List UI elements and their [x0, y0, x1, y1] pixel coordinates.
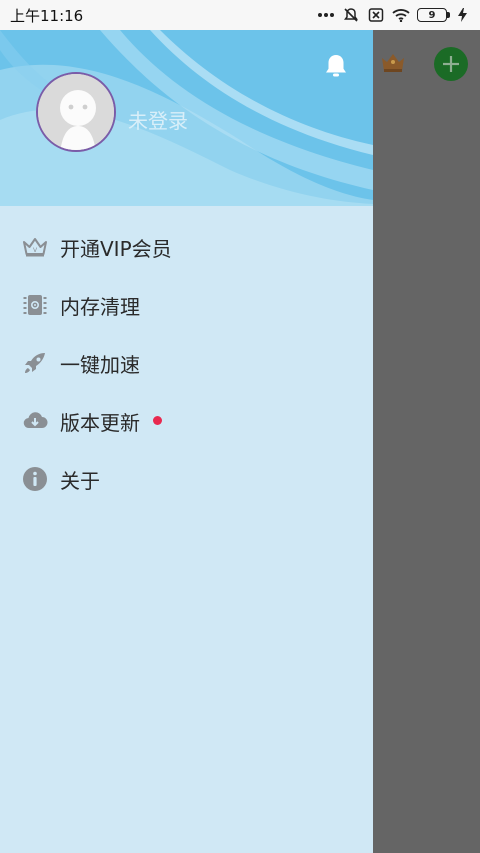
info-icon — [22, 466, 48, 492]
menu-item-label: 开通VIP会员 — [60, 236, 172, 261]
update-badge-dot — [153, 415, 162, 425]
drawer-menu: V 开通VIP会员 内存清理 一键加速 版本更新 关于 — [0, 206, 373, 508]
plus-icon — [443, 56, 459, 72]
vip-crown-icon[interactable] — [379, 48, 407, 76]
battery-icon: 9 — [417, 8, 450, 22]
battery-level: 9 — [428, 9, 436, 21]
menu-item-label: 一键加速 — [60, 352, 140, 377]
add-button[interactable] — [434, 47, 468, 81]
wifi-icon — [392, 7, 410, 23]
crown-icon: V — [22, 234, 48, 260]
menu-item-update[interactable]: 版本更新 — [0, 392, 373, 450]
sim-off-icon — [367, 7, 385, 23]
user-avatar[interactable] — [36, 72, 116, 152]
navigation-drawer: 未登录 V 开通VIP会员 内存清理 一键加速 版本更新 关于 — [0, 30, 373, 853]
cloud-download-icon — [22, 408, 48, 434]
status-bar: 上午11:16 9 — [0, 0, 480, 30]
notification-bell-icon[interactable] — [322, 52, 350, 80]
menu-item-vip[interactable]: V 开通VIP会员 — [0, 218, 373, 276]
mute-icon — [342, 7, 360, 23]
drawer-header: 未登录 — [0, 30, 373, 206]
status-time: 上午11:16 — [10, 6, 84, 25]
menu-item-boost[interactable]: 一键加速 — [0, 334, 373, 392]
menu-item-label: 内存清理 — [60, 294, 140, 319]
more-dots-icon — [317, 7, 335, 23]
menu-item-label: 版本更新 — [60, 410, 140, 435]
memory-chip-icon — [22, 292, 48, 318]
menu-item-memory-clean[interactable]: 内存清理 — [0, 276, 373, 334]
scrim-overlay[interactable] — [373, 30, 480, 853]
charging-icon — [454, 7, 472, 23]
login-status-label[interactable]: 未登录 — [128, 105, 188, 134]
svg-text:V: V — [33, 247, 38, 254]
rocket-icon — [22, 350, 48, 376]
status-icons: 9 — [317, 7, 472, 23]
menu-item-label: 关于 — [60, 468, 100, 493]
menu-item-about[interactable]: 关于 — [0, 450, 373, 508]
